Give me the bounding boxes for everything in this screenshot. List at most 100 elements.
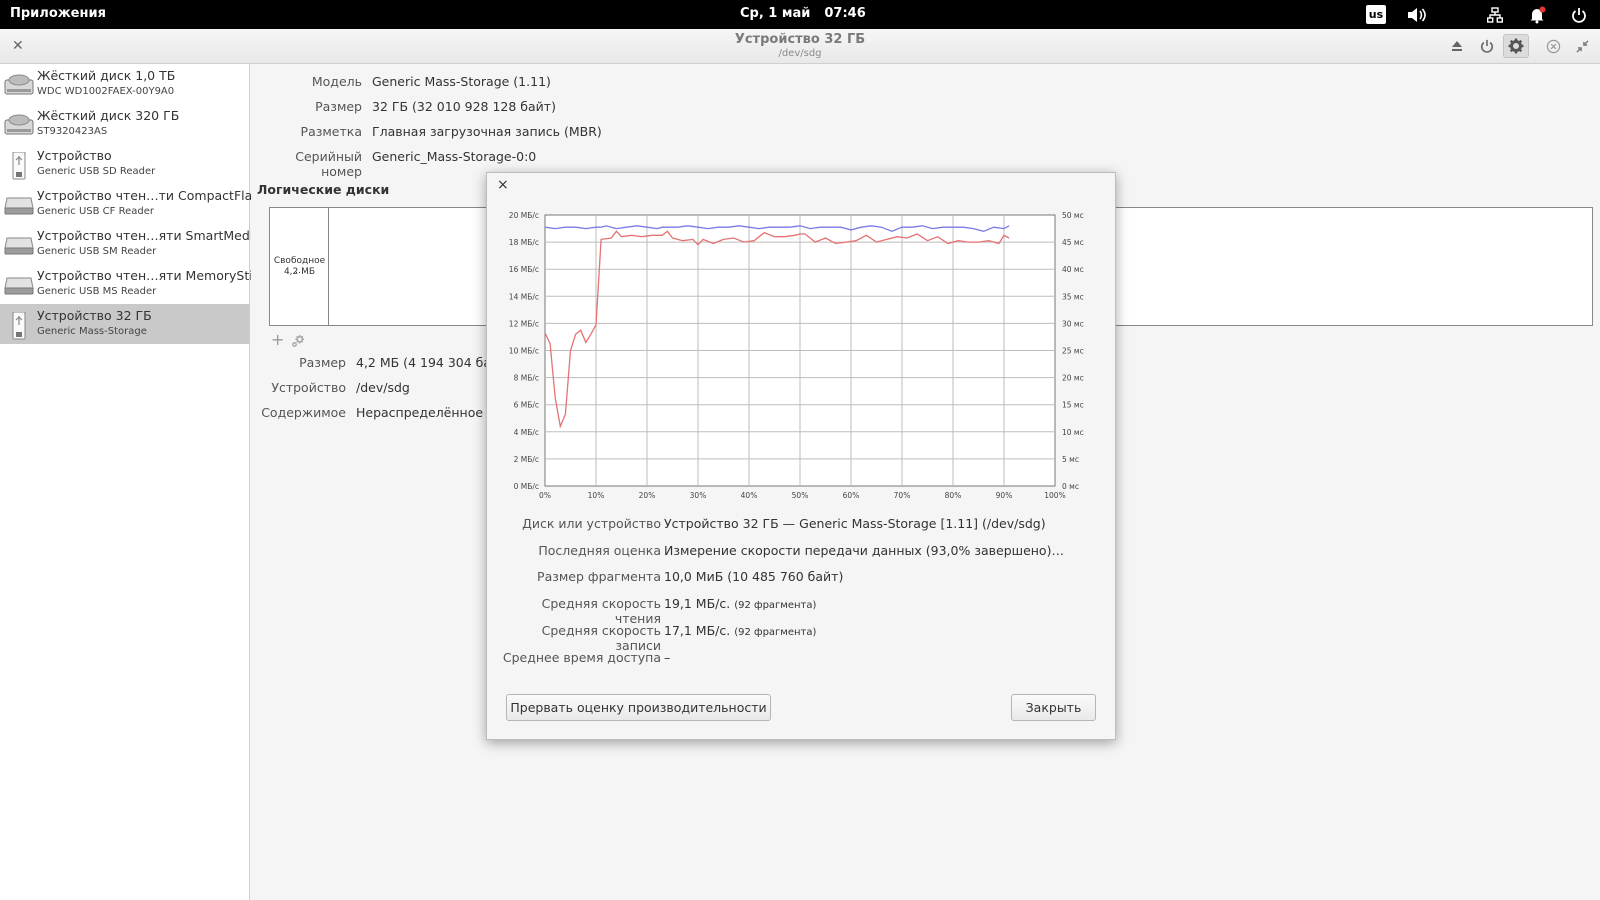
benchmark-value-text: Измерение скорости передачи данных (93,0… [664,543,1064,558]
volume-icon[interactable] [1404,4,1430,25]
y-tick-label-right: 35 мс [1062,292,1084,301]
drive-model: Generic Mass-Storage [37,326,147,337]
window-title: Устройство 32 ГБ [734,32,866,47]
notifications-icon[interactable] [1524,4,1550,25]
drive-model: Generic USB SM Reader [37,246,157,257]
y-tick-label-left: 8 МБ/с [514,374,539,383]
clock[interactable]: Ср, 1 май 07:46 [740,6,880,21]
volume-device-label: Устройство [271,380,346,395]
y-tick-label-left: 4 МБ/с [514,428,539,437]
benchmark-row-label: Среднее время доступа [502,650,661,665]
benchmark-row-value: – [664,650,670,665]
benchmark-row-value: Устройство 32 ГБ — Generic Mass-Storage … [664,516,1046,531]
y-tick-label-left: 10 МБ/с [509,347,539,356]
abort-benchmark-button[interactable]: Прервать оценку производительности [506,694,771,721]
free-space-size: 4,2 МБ [283,267,316,277]
window-headerbar: ✕ Устройство 32 ГБ /dev/sdg [0,29,1600,64]
free-space-segment[interactable]: Свободное … 4,2 МБ [270,208,329,325]
x-tick-label: 90% [996,491,1013,500]
drive-model: ST9320423AS [37,126,108,137]
benchmark-row-value: Измерение скорости передачи данных (93,0… [664,543,1064,558]
x-tick-label: 0% [539,491,551,500]
y-tick-label-left: 2 МБ/с [514,455,539,464]
clock-date: Ср, 1 май [740,6,811,21]
drive-model: WDC WD1002FAEX-00Y9A0 [37,86,175,97]
drive-item[interactable]: Устройство чтен…ти CompactFlash Generic U… [0,184,267,224]
partitioning-value: Главная загрузочная запись (MBR) [372,124,602,139]
drive-name: Жёсткий диск 1,0 ТБ [37,68,176,83]
volume-device-value: /dev/sdg [356,380,410,395]
add-partition-icon[interactable]: + [271,330,284,349]
close-circle-icon[interactable] [1540,34,1566,58]
y-tick-label-left: 6 МБ/с [514,401,539,410]
x-tick-label: 80% [945,491,962,500]
applications-menu[interactable]: Приложения [10,6,106,21]
drive-list: Жёсткий диск 1,0 ТБ WDC WD1002FAEX-00Y9A0… [0,64,267,900]
drive-item[interactable]: Устройство чтен…яти SmartMedia Generic US… [0,224,261,264]
drive-item[interactable]: Устройство чтен…яти MemoryStick Generic U… [0,264,267,304]
y-tick-label-right: 45 мс [1062,238,1084,247]
x-tick-label: 60% [843,491,860,500]
x-tick-label: 20% [639,491,656,500]
drive-model: Generic USB MS Reader [37,286,157,297]
y-tick-label-left: 0 МБ/с [514,482,539,491]
drive-icon [4,232,34,256]
benchmark-value-text: – [664,650,671,665]
y-tick-label-right: 30 мс [1062,319,1084,328]
drive-model: Generic USB SD Reader [37,166,156,177]
drive-name: Устройство чтен…яти SmartMedia [37,228,261,243]
x-tick-label: 50% [792,491,809,500]
benchmark-chart: 0 МБ/с 0 мс 2 МБ/с 5 мс 4 МБ/с 10 мс 6 МБ/с 15 … [509,211,1084,500]
eject-icon[interactable] [1444,34,1470,58]
drive-model: Generic USB CF Reader [37,206,154,217]
serial-value: Generic_Mass-Storage-0:0 [372,149,537,164]
usb-drive-icon [4,311,34,340]
benchmark-row-label: Последняя оценка [538,543,661,558]
power-icon[interactable] [1566,4,1592,25]
dialog-close-icon[interactable]: × [497,177,509,193]
y-tick-label-left: 18 МБ/с [509,238,539,247]
benchmark-row-label: Средняя скорость чтения [541,596,661,626]
benchmark-value-text: 10,0 МиБ (10 485 760 байт) [664,569,844,584]
benchmark-row-value: 10,0 МиБ (10 485 760 байт) [664,569,843,584]
y-tick-label-right: 20 мс [1062,374,1084,383]
volumes-section-title: Логические диски [257,182,390,197]
drive-name: Жёсткий диск 320 ГБ [37,108,180,123]
clock-time: 07:46 [824,6,866,21]
partition-settings-icon[interactable] [291,333,305,352]
top-panel: Приложения Ср, 1 май 07:46 us [0,0,1600,29]
unmaximize-icon[interactable] [1569,34,1595,58]
network-icon[interactable] [1482,4,1508,25]
close-dialog-button[interactable]: Закрыть [1011,694,1096,721]
drive-item[interactable]: Жёсткий диск 320 ГБ ST9320423AS [0,104,249,144]
gear-icon[interactable] [1503,34,1529,58]
drive-item[interactable]: Устройство 32 ГБ Generic Mass-Storage [0,304,249,344]
y-tick-label-left: 12 МБ/с [509,319,539,328]
benchmark-row-value: 19,1 МБ/с. (92 фрагмента) [664,596,816,611]
usb-drive-icon [4,151,34,180]
volume-contents-value: Нераспределённое пр [356,405,504,420]
model-label: Модель [311,74,362,89]
y-tick-label-right: 0 мс [1062,482,1079,491]
benchmark-row-label: Размер фрагмента [537,569,661,584]
volume-contents-label: Содержимое [261,405,346,420]
hard-disk-icon [4,112,34,136]
drive-icon [4,192,34,216]
keyboard-layout-indicator[interactable]: us [1366,5,1386,24]
benchmark-value-note: (92 фрагмента) [734,627,817,638]
window-subtitle: /dev/sdg [778,48,822,59]
drive-item[interactable]: Жёсткий диск 1,0 ТБ WDC WD1002FAEX-00Y9A0 [0,64,249,104]
x-tick-label: 30% [690,491,707,500]
y-tick-label-right: 5 мс [1062,455,1079,464]
drive-item[interactable]: Устройство Generic USB SD Reader [0,144,249,184]
benchmark-value-note: (92 фрагмента) [734,600,817,611]
serial-label: Серийный номер [295,149,362,179]
y-tick-label-right: 50 мс [1062,211,1084,220]
power-off-drive-icon[interactable] [1474,34,1500,58]
y-tick-label-right: 15 мс [1062,401,1084,410]
benchmark-dialog: × 0 МБ/с 0 мс 2 МБ/с 5 мс 4 МБ/с 10 мс 6 МБ/с 1… [486,172,1116,740]
drive-name: Устройство чтен…яти MemoryStick [37,268,267,283]
x-tick-label: 40% [741,491,758,500]
y-tick-label-left: 14 МБ/с [509,292,539,301]
benchmark-row-value: 17,1 МБ/с. (92 фрагмента) [664,623,816,638]
